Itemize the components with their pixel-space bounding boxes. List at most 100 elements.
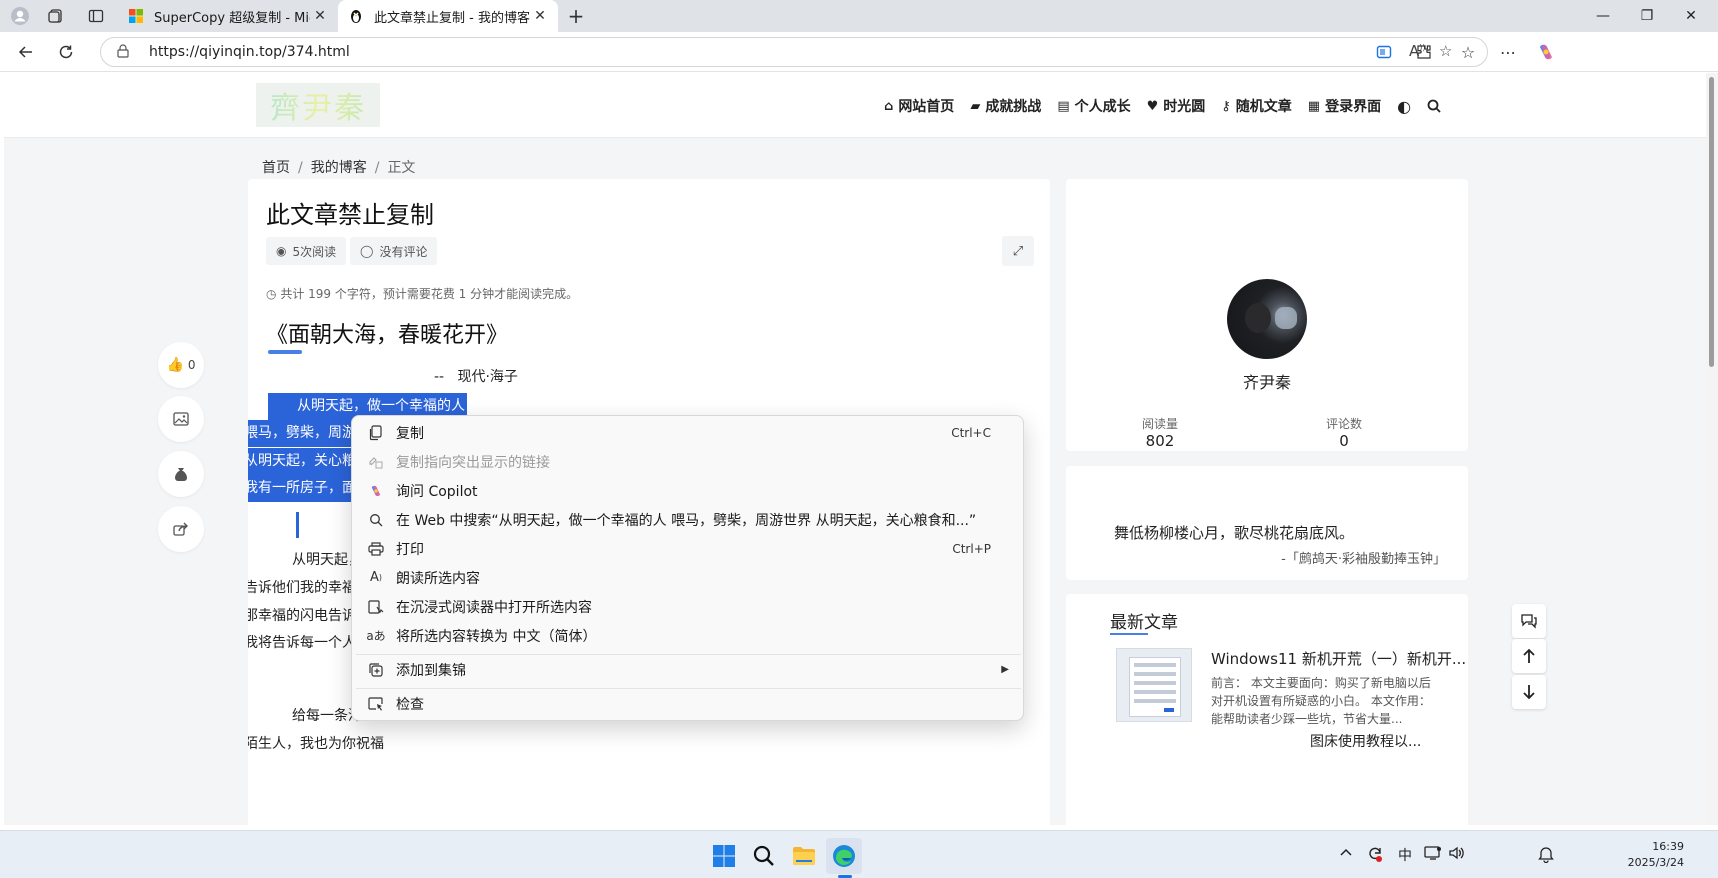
- post-excerpt: 前言： 本文主要面向：购买了新电脑以后对开机设置有所疑惑的小白。 本文作用：能帮…: [1211, 676, 1431, 726]
- expand-icon[interactable]: ⤢: [1002, 236, 1034, 266]
- scrollbar-thumb[interactable]: [1709, 77, 1714, 367]
- menu-item-translate[interactable]: aあ 将所选内容转换为 中文（简体）: [358, 621, 1017, 650]
- share-button[interactable]: [158, 506, 204, 552]
- tab-supercopy[interactable]: SuperCopy 超级复制 - Microsoft E ✕: [118, 0, 338, 32]
- page-scrollbar[interactable]: [1706, 73, 1718, 825]
- lock-icon[interactable]: [117, 44, 129, 62]
- url-text[interactable]: https://qiyinqin.top/374.html: [149, 44, 350, 60]
- selected-line[interactable]: 喂马，劈柴，周游: [248, 420, 356, 447]
- new-tab-button[interactable]: +: [564, 4, 588, 28]
- menu-item-web-search[interactable]: 在 Web 中搜索“从明天起，做一个幸福的人 喂马，劈柴，周游世界 从明天起，关…: [358, 505, 1017, 534]
- menu-item-ask-copilot[interactable]: 询问 Copilot: [358, 476, 1017, 505]
- more-menu-icon[interactable]: ⋯: [1496, 40, 1520, 64]
- quote-text: 舞低杨柳楼心月，歌尽桃花扇底风。: [1114, 524, 1355, 542]
- quote-source: -「鹧鸪天·彩袖殷勤捧玉钟」: [1281, 552, 1446, 567]
- close-window-button[interactable]: ✕: [1668, 0, 1714, 32]
- post-title-next[interactable]: 图床使用教程以...: [1310, 731, 1421, 751]
- eye-icon: ◉: [276, 244, 287, 258]
- tab-title: SuperCopy 超级复制 - Microsoft E: [154, 10, 310, 26]
- url-field[interactable]: https://qiyinqin.top/374.html A)) ☆: [100, 37, 1488, 67]
- menu-item-immersive-reader[interactable]: 在沉浸式阅读器中打开所选内容: [358, 592, 1017, 621]
- chat-icon[interactable]: [1512, 604, 1546, 638]
- menu-item-inspect[interactable]: 检查: [358, 689, 1017, 718]
- back-icon[interactable]: [12, 38, 40, 66]
- favorites-icon[interactable]: ☆: [1456, 40, 1480, 64]
- menu-item-print[interactable]: 打印 Ctrl+P: [358, 534, 1017, 563]
- workspaces-icon[interactable]: [44, 4, 68, 28]
- comments-chip[interactable]: ◯ 没有评论: [350, 237, 438, 265]
- restore-button[interactable]: ❐: [1624, 0, 1670, 32]
- heading-underline: [1110, 633, 1148, 635]
- image-icon: [173, 412, 189, 426]
- menu-item-read-aloud[interactable]: A) 朗读所选内容: [358, 563, 1017, 592]
- vertical-tabs-icon[interactable]: [84, 4, 108, 28]
- search-icon: [364, 513, 388, 527]
- breadcrumb-category[interactable]: 我的博客: [311, 160, 367, 176]
- site-search-icon[interactable]: [1427, 99, 1441, 113]
- money-bag-icon: [175, 468, 187, 481]
- quote-card: 舞低杨柳楼心月，歌尽桃花扇底风。 -「鹧鸪天·彩袖殷勤捧玉钟」: [1066, 466, 1468, 580]
- comments-value: 0: [1339, 432, 1349, 450]
- scroll-top-icon[interactable]: [1512, 639, 1546, 673]
- home-icon: ⌂: [884, 98, 894, 114]
- breadcrumb-current: 正文: [387, 160, 416, 176]
- nav-item-random[interactable]: ⚷ 随机文章: [1221, 96, 1292, 116]
- menu-item-copy[interactable]: 复制 Ctrl+C: [358, 418, 1017, 447]
- ime-indicator[interactable]: 中: [1398, 845, 1412, 865]
- menu-item-add-to-collections[interactable]: 添加到集锦 ▶: [358, 655, 1017, 684]
- minimize-button[interactable]: —: [1580, 0, 1626, 32]
- nav-item-timeline[interactable]: ♥ 时光圆: [1147, 96, 1206, 116]
- image-button[interactable]: [158, 396, 204, 442]
- notification-icon[interactable]: [1538, 845, 1554, 867]
- start-icon[interactable]: [706, 838, 742, 874]
- comment-icon: ◯: [360, 244, 374, 258]
- favorite-star-icon[interactable]: ☆: [1439, 42, 1452, 60]
- copy-icon: [364, 424, 388, 441]
- nav-item-growth[interactable]: ▤ 个人成长: [1057, 96, 1130, 116]
- taskbar-search-icon[interactable]: [746, 838, 782, 874]
- post-title[interactable]: Windows11 新机开荒（一）新机开...: [1211, 648, 1466, 669]
- copilot-icon[interactable]: [1534, 40, 1558, 64]
- clock[interactable]: 16:39 2025/3/24: [1614, 839, 1684, 871]
- tab-current[interactable]: 此文章禁止复制 - 我的博客 ✕: [338, 0, 558, 32]
- refresh-icon[interactable]: [52, 38, 80, 66]
- breadcrumb: 首页 / 我的博客 / 正文: [262, 160, 416, 176]
- tab-bar: SuperCopy 超级复制 - Microsoft E ✕ 此文章禁止复制 -…: [0, 0, 1718, 32]
- tab-title: 此文章禁止复制 - 我的博客: [374, 10, 530, 26]
- breadcrumb-home[interactable]: 首页: [262, 160, 290, 176]
- nav-item-home[interactable]: ⌂ 网站首页: [884, 96, 954, 116]
- donate-button[interactable]: [158, 451, 204, 497]
- like-button[interactable]: 👍 0: [158, 342, 204, 388]
- split-screen-icon[interactable]: [1372, 40, 1396, 64]
- tray-overflow-icon[interactable]: [1340, 845, 1352, 861]
- menu-item-copy-link: 复制指向突出显示的链接: [358, 447, 1017, 476]
- avatar[interactable]: [1227, 279, 1307, 359]
- close-tab-icon[interactable]: ✕: [310, 6, 330, 26]
- extensions-icon[interactable]: [1412, 40, 1436, 64]
- immersive-reader-icon: [364, 599, 388, 614]
- penguin-icon: [348, 8, 364, 24]
- site-logo[interactable]: 齊尹秦: [256, 83, 380, 127]
- profile-icon[interactable]: [8, 4, 32, 28]
- network-icon[interactable]: [1424, 845, 1442, 865]
- reads-label: 阅读量: [1141, 417, 1178, 431]
- context-menu: 复制 Ctrl+C 复制指向突出显示的链接 询问 Copilot 在 Web 中搜…: [351, 415, 1024, 721]
- copilot-icon: [364, 484, 388, 498]
- file-explorer-icon[interactable]: [786, 838, 822, 874]
- selected-line[interactable]: 我有一所房子，面: [248, 475, 356, 502]
- update-icon[interactable]: [1366, 845, 1384, 867]
- close-tab-icon[interactable]: ✕: [530, 6, 550, 26]
- volume-icon[interactable]: [1448, 845, 1466, 865]
- word-count: ◷ 共计 199 个字符，预计需要花费 1 分钟才能阅读完成。: [266, 287, 579, 301]
- poem-author: -- 现代·海子: [434, 369, 518, 385]
- nav-item-achievements[interactable]: ▰ 成就挑战: [970, 96, 1041, 116]
- main-nav: ⌂ 网站首页 ▰ 成就挑战 ▤ 个人成长 ♥ 时光圆 ⚷ 随机文章 ▦ 登录界面 ◐: [884, 94, 1457, 118]
- scroll-bottom-icon[interactable]: [1512, 675, 1546, 709]
- selected-line[interactable]: 从明天起，关心粮: [248, 448, 356, 475]
- nav-item-login[interactable]: ▦ 登录界面: [1308, 96, 1381, 116]
- edge-icon[interactable]: [826, 838, 862, 874]
- theme-toggle-icon[interactable]: ◐: [1397, 97, 1411, 116]
- recent-posts-card: 最新文章 Windows11 新机开荒（一）新机开... 前言： 本文主要面向：…: [1066, 594, 1468, 825]
- post-thumbnail[interactable]: [1116, 648, 1192, 722]
- submenu-arrow-icon: ▶: [1001, 664, 1009, 675]
